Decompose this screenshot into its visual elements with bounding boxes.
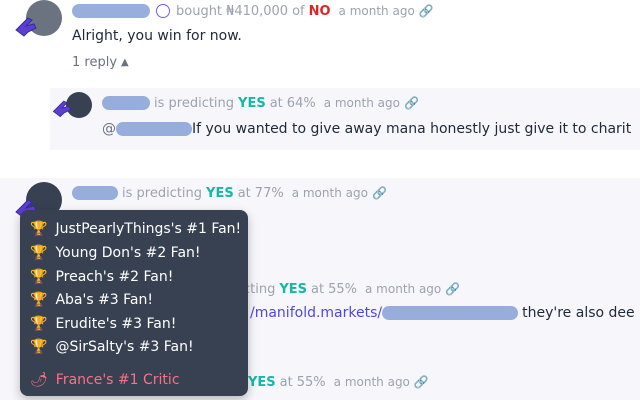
- caret-up-icon: ▲: [121, 57, 129, 68]
- outcome-yes: YES: [206, 185, 234, 201]
- pointing-hand-icon: [15, 17, 37, 37]
- replies-count: 1 reply: [72, 55, 118, 70]
- username-redacted[interactable]: [72, 186, 118, 200]
- badge-item: 🏆 Young Don's #2 Fan!: [30, 245, 201, 261]
- timestamp-text: a month ago: [291, 186, 368, 200]
- badge-item: 🏆 JustPearlyThings's #1 Fan!: [30, 221, 241, 237]
- gold-trophy-icon: 🏆: [30, 221, 48, 237]
- comment-header: bought ₦410,000 of NO a month ago 🔗: [72, 2, 434, 20]
- comment-text: /manifold.markets/ they're also dee: [250, 305, 635, 321]
- trophy-icon: 🏆: [30, 339, 48, 355]
- market-link[interactable]: /manifold.markets/: [250, 305, 382, 321]
- username-redacted[interactable]: [72, 4, 150, 18]
- badge-label: Erudite's #3 Fan!: [55, 316, 177, 332]
- probability: 64%: [286, 95, 316, 111]
- comment-body: they're also dee: [522, 305, 635, 321]
- timestamp-text: a month ago: [338, 4, 415, 18]
- comment-body: If you wanted to give away mana honestly…: [192, 121, 632, 137]
- badge-label: Preach's #2 Fan!: [55, 269, 174, 285]
- badges-tooltip: 🏆 JustPearlyThings's #1 Fan! 🏆 Young Don…: [20, 210, 248, 396]
- comment-text: Alright, you win for now.: [72, 28, 242, 44]
- timestamp[interactable]: a month ago 🔗: [334, 375, 429, 389]
- badge-item-critic: 🌶 France's #1 Critic: [30, 372, 180, 388]
- timestamp[interactable]: a month ago 🔗: [339, 4, 434, 18]
- action-text: is predicting: [154, 95, 235, 111]
- timestamp[interactable]: a month ago 🔗: [365, 282, 460, 296]
- probability: 55%: [296, 374, 326, 390]
- timestamp[interactable]: a month ago 🔗: [292, 186, 387, 200]
- username-redacted[interactable]: [102, 96, 150, 110]
- probability: 77%: [254, 185, 284, 201]
- badge-item: 🏆 Preach's #2 Fan!: [30, 269, 173, 285]
- outcome-no: NO: [308, 3, 331, 19]
- at-text: at: [311, 281, 325, 297]
- at-text: at: [237, 185, 251, 201]
- mention-prefix: @: [102, 121, 116, 137]
- outcome-yes: YES: [238, 95, 266, 111]
- badge-label: Aba's #3 Fan!: [55, 292, 153, 308]
- badge-item: 🏆 Erudite's #3 Fan!: [30, 316, 176, 332]
- link-icon[interactable]: 🔗: [372, 186, 387, 200]
- mention-redacted[interactable]: [116, 122, 192, 136]
- replies-toggle[interactable]: 1 reply ▲: [72, 55, 129, 70]
- comment-header: YES at 55% a month ago 🔗: [248, 373, 429, 391]
- badge-label: @SirSalty's #3 Fan!: [55, 339, 194, 355]
- chili-pepper-icon: 🌶: [30, 372, 48, 388]
- outcome-yes: YES: [279, 281, 308, 297]
- outcome-yes: YES: [248, 374, 276, 390]
- link-icon[interactable]: 🔗: [445, 282, 460, 296]
- timestamp-text: a month ago: [323, 96, 400, 110]
- amount-text: ₦410,000: [226, 3, 289, 19]
- action-text: bought: [176, 3, 223, 19]
- link-icon[interactable]: 🔗: [419, 4, 434, 18]
- pointing-hand-icon: [52, 100, 72, 118]
- probability: 55%: [328, 281, 358, 297]
- trophy-icon: 🏆: [30, 316, 48, 332]
- badge-label: Young Don's #2 Fan!: [55, 245, 201, 261]
- action-text: is predicting: [122, 185, 203, 201]
- timestamp-text: a month ago: [365, 282, 442, 296]
- of-text: of: [292, 3, 305, 19]
- badge-item: 🏆 @SirSalty's #3 Fan!: [30, 339, 194, 355]
- badge-item: 🏆 Aba's #3 Fan!: [30, 292, 153, 308]
- trophy-icon: 🏆: [30, 245, 48, 261]
- at-text: at: [279, 374, 293, 390]
- link-redacted[interactable]: [382, 306, 519, 320]
- badge-label: France's #1 Critic: [55, 372, 180, 388]
- trophy-icon: 🏆: [30, 292, 48, 308]
- badge-label: JustPearlyThings's #1 Fan!: [55, 221, 242, 237]
- trophy-icon: 🏆: [30, 269, 48, 285]
- link-icon[interactable]: 🔗: [404, 96, 419, 110]
- timestamp-text: a month ago: [333, 375, 410, 389]
- verified-check-icon: [156, 4, 170, 18]
- comment-header: is predicting YES at 64% a month ago 🔗: [102, 94, 419, 112]
- link-icon[interactable]: 🔗: [414, 375, 429, 389]
- comment-header: is predicting YES at 77% a month ago 🔗: [72, 184, 387, 202]
- comment-text: @ If you wanted to give away mana honest…: [102, 121, 631, 137]
- timestamp[interactable]: a month ago 🔗: [324, 96, 419, 110]
- at-text: at: [269, 95, 283, 111]
- comment-header: cting YES at 55% a month ago 🔗: [243, 280, 460, 298]
